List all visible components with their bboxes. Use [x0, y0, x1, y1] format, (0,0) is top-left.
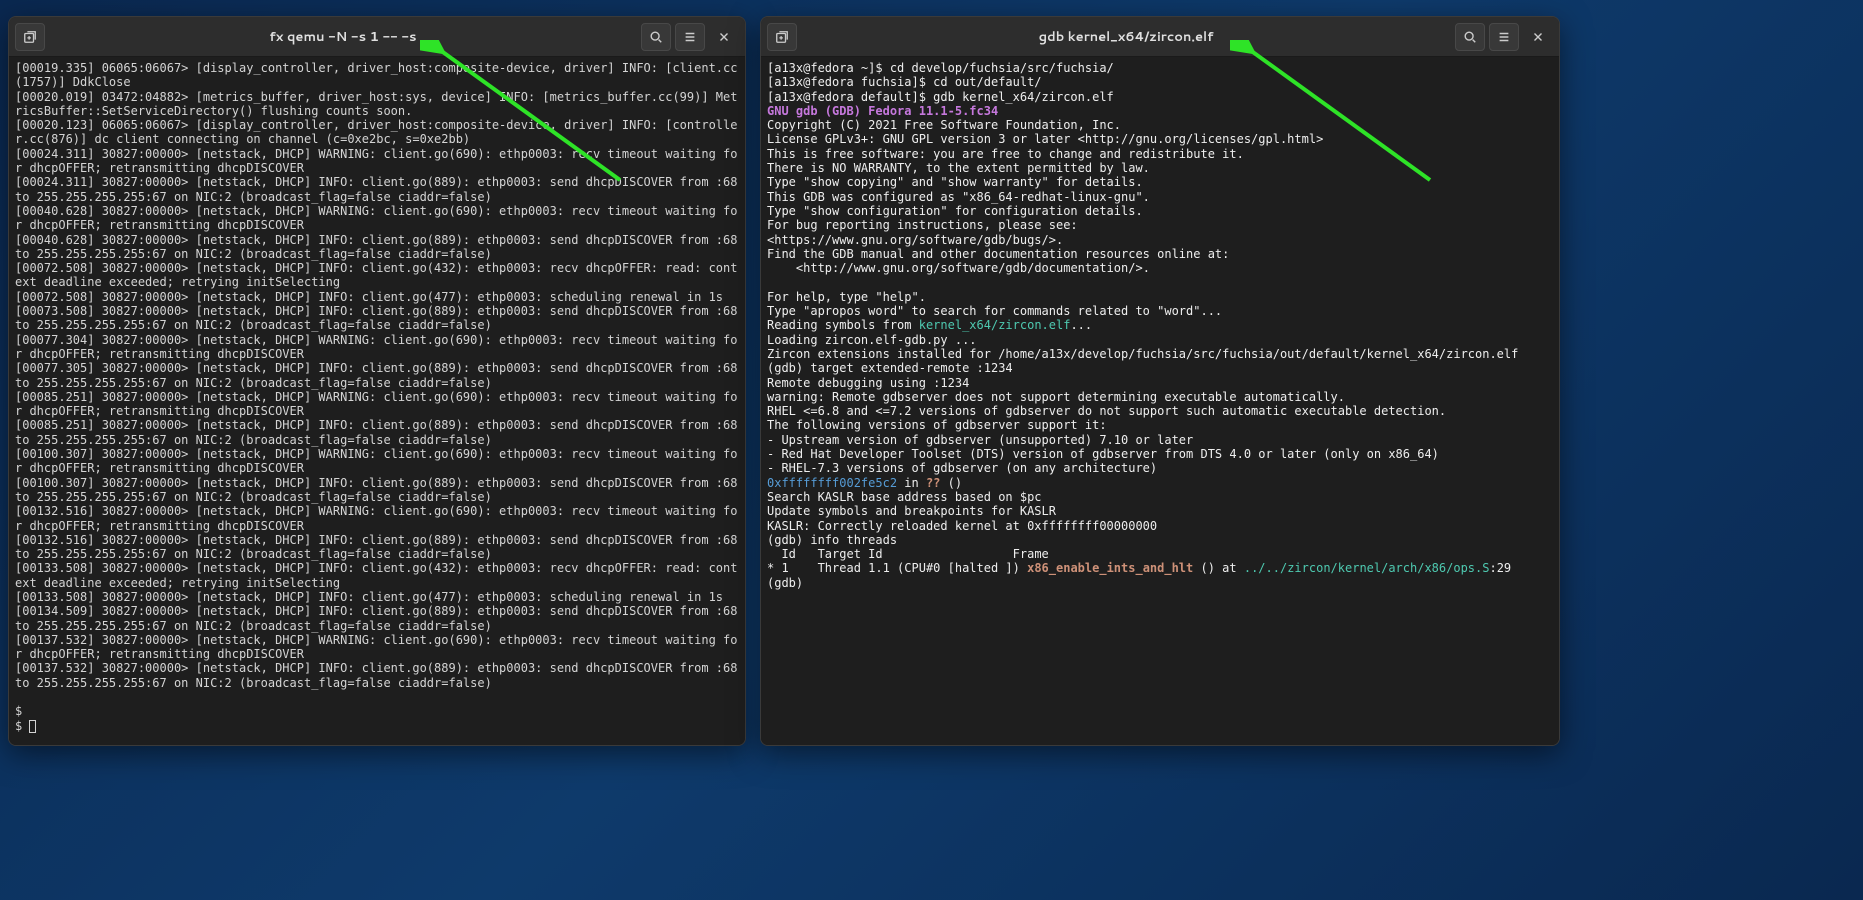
terminal-segment: warning: Remote gdbserver does not suppo… — [767, 390, 1345, 404]
terminal-segment: [a13x@fedora default]$ gdb kernel_x64/zi… — [767, 90, 1114, 104]
terminal-line: [00040.628] 30827:00000> [netstack, DHCP… — [15, 233, 745, 261]
terminal-segment: x86_enable_ints_and_hlt — [1027, 561, 1193, 575]
terminal-line: [00020.019] 03472:04882> [metrics_buffer… — [15, 90, 737, 118]
menu-button-right[interactable] — [1489, 23, 1519, 51]
search-icon — [649, 30, 663, 44]
terminal-line: $ — [15, 704, 22, 718]
terminal-line: [00077.304] 30827:00000> [netstack, DHCP… — [15, 333, 737, 361]
titlebar-right: gdb kernel_x64/zircon.elf — [761, 17, 1559, 57]
terminal-line: $ — [15, 719, 29, 733]
terminal-line: [00133.508] 30827:00000> [netstack, DHCP… — [15, 561, 737, 589]
new-tab-button[interactable] — [15, 23, 45, 51]
terminal-segment: The following versions of gdbserver supp… — [767, 418, 1107, 432]
terminal-segment: () — [940, 476, 962, 490]
cursor — [29, 720, 36, 733]
terminal-segment: (gdb) target extended-remote :1234 — [767, 361, 1013, 375]
terminal-segment: Search KASLR base address based on $pc — [767, 490, 1042, 504]
terminal-segment: ../../zircon/kernel/arch/x86/ops.S — [1244, 561, 1490, 575]
new-tab-button-right[interactable] — [767, 23, 797, 51]
terminal-segment: Remote debugging using :1234 — [767, 376, 969, 390]
terminal-line: [00024.311] 30827:00000> [netstack, DHCP… — [15, 175, 745, 203]
terminal-segment: <https://www.gnu.org/software/gdb/bugs/>… — [767, 233, 1063, 247]
terminal-line: [00132.516] 30827:00000> [netstack, DHCP… — [15, 533, 745, 561]
terminal-line: [00024.311] 30827:00000> [netstack, DHCP… — [15, 147, 737, 175]
terminal-segment: - RHEL-7.3 versions of gdbserver (on any… — [767, 461, 1157, 475]
terminal-segment: RHEL <=6.8 and <=7.2 versions of gdbserv… — [767, 404, 1446, 418]
titlebar-left: fx qemu -N -s 1 -- -s — [9, 17, 745, 57]
terminal-segment: Loading zircon.elf-gdb.py ... — [767, 333, 977, 347]
search-button-left[interactable] — [641, 23, 671, 51]
terminal-segment: This is free software: you are free to c… — [767, 147, 1244, 161]
terminal-line: [00100.307] 30827:00000> [netstack, DHCP… — [15, 476, 745, 504]
window-title-left: fx qemu -N -s 1 -- -s — [51, 28, 635, 46]
terminal-segment: License GPLv3+: GNU GPL version 3 or lat… — [767, 132, 1323, 146]
terminal-segment: Copyright (C) 2021 Free Software Foundat… — [767, 118, 1121, 132]
search-icon — [1463, 30, 1477, 44]
terminal-line: [00085.251] 30827:00000> [netstack, DHCP… — [15, 418, 745, 446]
terminal-segment: Update symbols and breakpoints for KASLR — [767, 504, 1056, 518]
terminal-output-right[interactable]: [a13x@fedora ~]$ cd develop/fuchsia/src/… — [761, 57, 1559, 745]
terminal-segment: Type "show copying" and "show warranty" … — [767, 175, 1143, 189]
terminal-segment: * 1 Thread 1.1 (CPU#0 [halted ]) — [767, 561, 1027, 575]
terminal-segment: 0xffffffff002fe5c2 — [767, 476, 897, 490]
close-icon — [1531, 30, 1545, 44]
terminal-line: [00072.508] 30827:00000> [netstack, DHCP… — [15, 290, 723, 304]
terminal-line: [00073.508] 30827:00000> [netstack, DHCP… — [15, 304, 745, 332]
terminal-segment: ?? — [926, 476, 940, 490]
terminal-segment: [a13x@fedora ~]$ cd develop/fuchsia/src/… — [767, 61, 1114, 75]
terminal-segment: ... — [1070, 318, 1092, 332]
terminal-segment: Find the GDB manual and other documentat… — [767, 247, 1229, 261]
terminal-segment: For help, type "help". — [767, 290, 926, 304]
terminal-line: [00132.516] 30827:00000> [netstack, DHCP… — [15, 504, 737, 532]
terminal-segment: This GDB was configured as "x86_64-redha… — [767, 190, 1150, 204]
terminal-segment: Zircon extensions installed for /home/a1… — [767, 347, 1518, 361]
terminal-segment: (gdb) info threads — [767, 533, 897, 547]
terminal-line: [00137.532] 30827:00000> [netstack, DHCP… — [15, 633, 737, 661]
hamburger-icon — [683, 30, 697, 44]
menu-button-left[interactable] — [675, 23, 705, 51]
terminal-line: [00077.305] 30827:00000> [netstack, DHCP… — [15, 361, 745, 389]
terminal-line: [00085.251] 30827:00000> [netstack, DHCP… — [15, 390, 737, 418]
terminal-line: [00100.307] 30827:00000> [netstack, DHCP… — [15, 447, 737, 475]
terminal-line: [00019.335] 06065:06067> [display_contro… — [15, 61, 737, 89]
new-tab-icon — [23, 30, 37, 44]
terminal-segment: [a13x@fedora fuchsia]$ cd out/default/ — [767, 75, 1042, 89]
close-icon — [717, 30, 731, 44]
terminal-segment: For bug reporting instructions, please s… — [767, 218, 1078, 232]
terminal-line: [00072.508] 30827:00000> [netstack, DHCP… — [15, 261, 737, 289]
hamburger-icon — [1497, 30, 1511, 44]
terminal-window-qemu: fx qemu -N -s 1 -- -s [00019.335] 06065:… — [8, 16, 746, 746]
window-title-right: gdb kernel_x64/zircon.elf — [803, 28, 1449, 46]
terminal-segment: Type "show configuration" for configurat… — [767, 204, 1143, 218]
terminal-segment: KASLR: Correctly reloaded kernel at 0xff… — [767, 519, 1157, 533]
terminal-segment: () at — [1193, 561, 1244, 575]
terminal-line: [00133.508] 30827:00000> [netstack, DHCP… — [15, 590, 723, 604]
terminal-output-left[interactable]: [00019.335] 06065:06067> [display_contro… — [9, 57, 745, 745]
terminal-line: [00040.628] 30827:00000> [netstack, DHCP… — [15, 204, 737, 232]
terminal-segment: Reading symbols from — [767, 318, 919, 332]
terminal-line: [00020.123] 06065:06067> [display_contro… — [15, 118, 737, 146]
search-button-right[interactable] — [1455, 23, 1485, 51]
terminal-segment: - Red Hat Developer Toolset (DTS) versio… — [767, 447, 1439, 461]
terminal-segment: kernel_x64/zircon.elf — [919, 318, 1071, 332]
terminal-segment: (gdb) — [767, 576, 810, 590]
terminal-line: [00134.509] 30827:00000> [netstack, DHCP… — [15, 604, 745, 632]
terminal-segment: There is NO WARRANTY, to the extent perm… — [767, 161, 1150, 175]
terminal-segment: - Upstream version of gdbserver (unsuppo… — [767, 433, 1193, 447]
terminal-segment: <http://www.gnu.org/software/gdb/documen… — [767, 261, 1150, 275]
terminal-segment: in — [897, 476, 926, 490]
terminal-line: [00137.532] 30827:00000> [netstack, DHCP… — [15, 661, 745, 689]
new-tab-icon — [775, 30, 789, 44]
close-button-right[interactable] — [1523, 23, 1553, 51]
terminal-segment: Id Target Id Frame — [767, 547, 1049, 561]
terminal-segment: :29 — [1489, 561, 1511, 575]
terminal-segment: GNU gdb (GDB) Fedora 11.1-5.fc34 — [767, 104, 998, 118]
terminal-segment: Type "apropos word" to search for comman… — [767, 304, 1222, 318]
terminal-window-gdb: gdb kernel_x64/zircon.elf [a13x@fedora ~… — [760, 16, 1560, 746]
close-button-left[interactable] — [709, 23, 739, 51]
